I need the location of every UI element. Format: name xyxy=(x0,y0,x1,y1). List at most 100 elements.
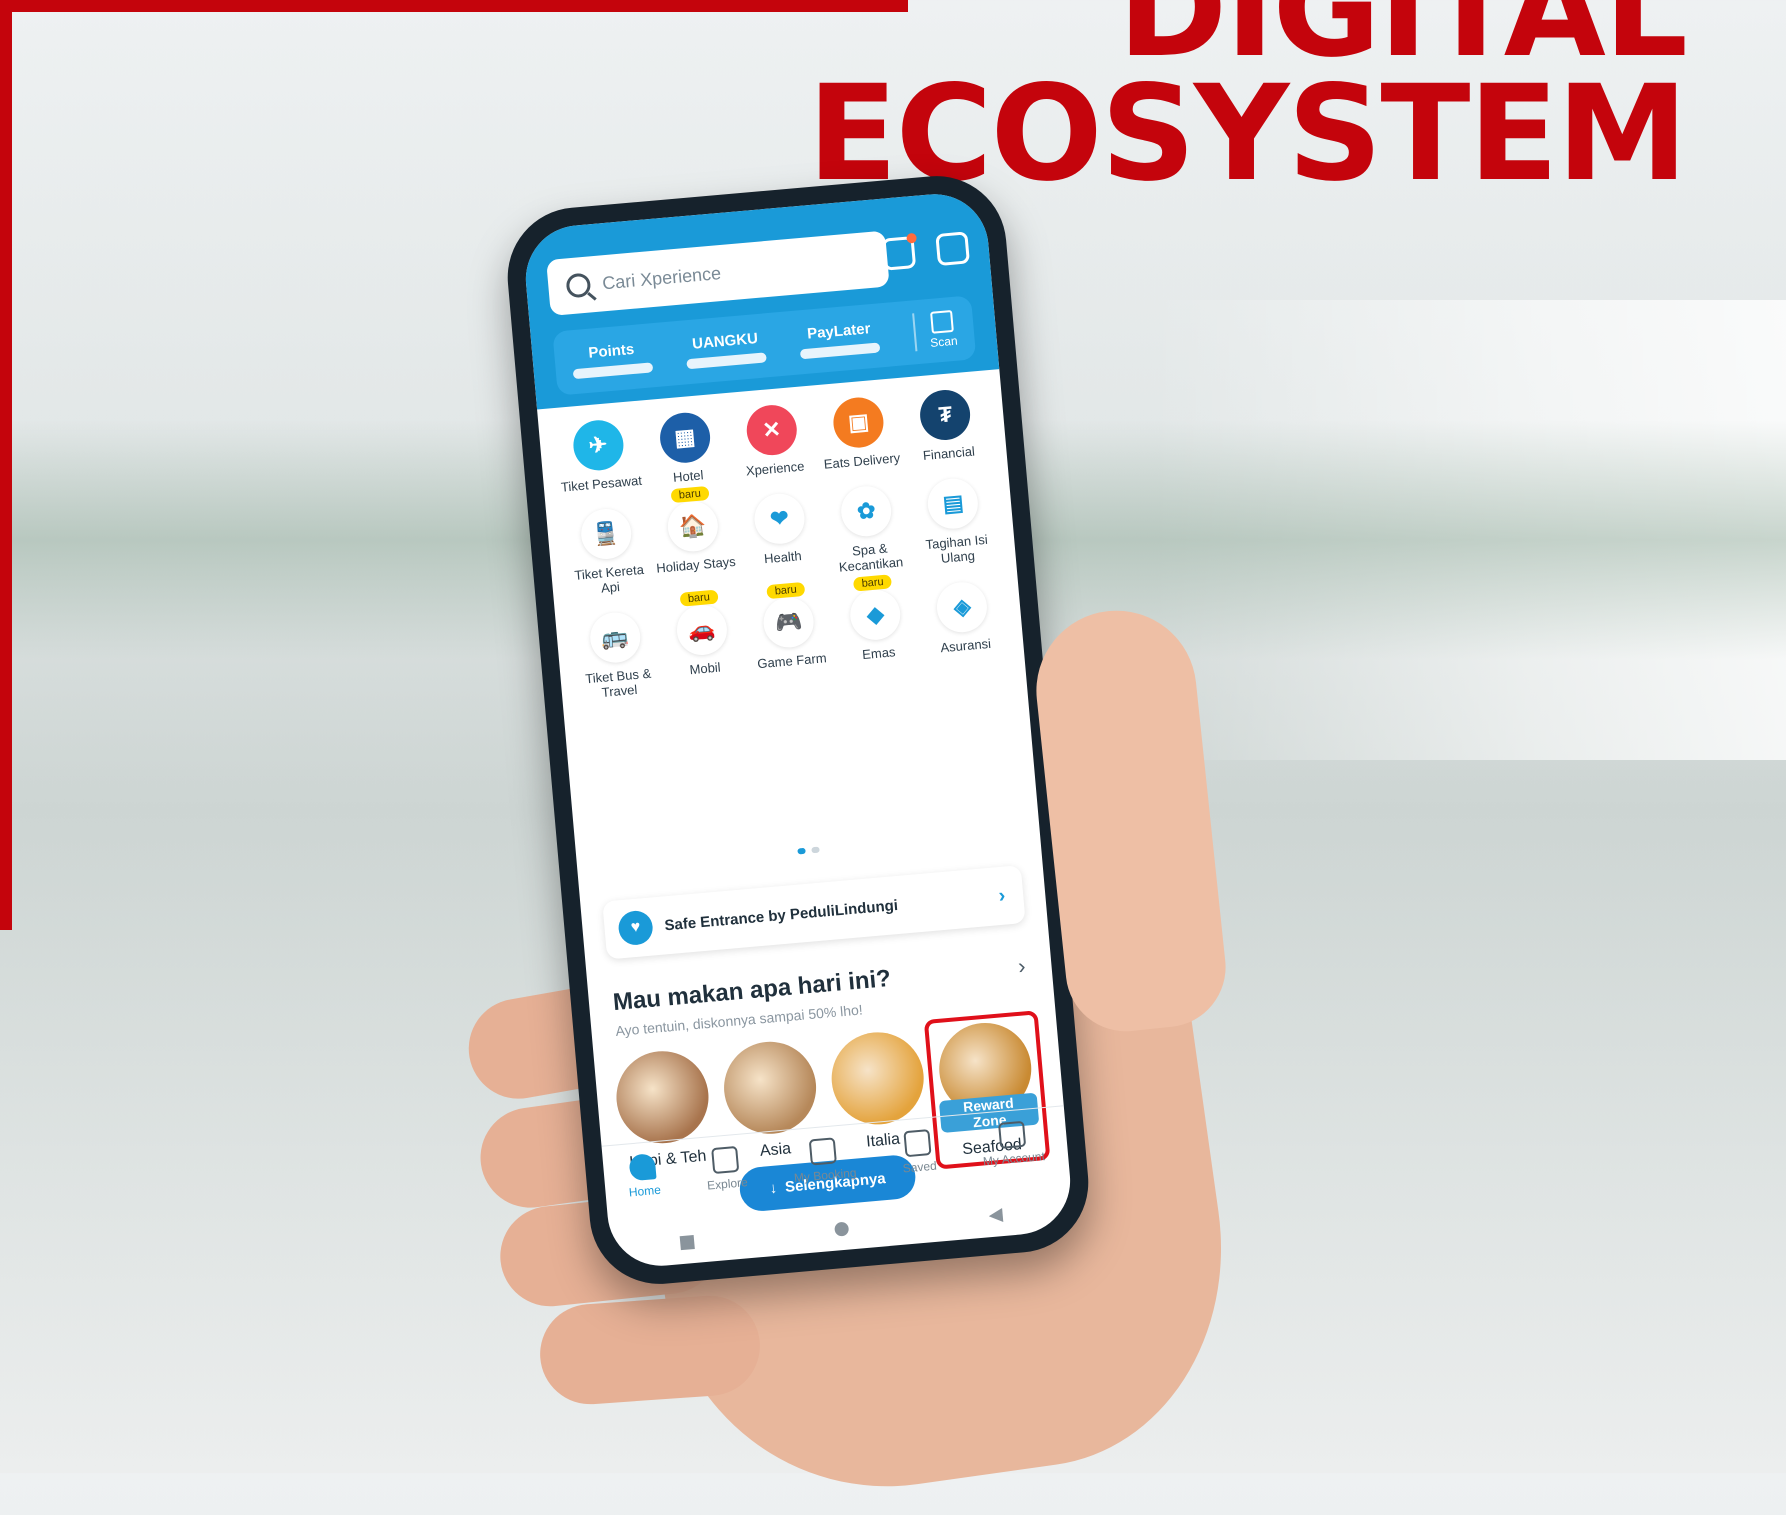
service-label: Financial xyxy=(922,443,976,464)
food-image xyxy=(612,1047,713,1148)
service-item[interactable]: 🚌 Tiket Bus & Travel xyxy=(571,609,661,702)
service-label: Tagihan Isi Ulang xyxy=(924,531,989,566)
service-label: Mobil xyxy=(688,659,722,678)
new-badge: baru xyxy=(670,485,710,504)
service-item[interactable]: ▦ Hotel xyxy=(641,409,730,487)
service-item[interactable]: ◈ Asuransi xyxy=(919,579,1009,672)
service-item[interactable]: ✕ Xperience xyxy=(728,402,817,480)
wallet-value-placeholder xyxy=(800,341,881,359)
chevron-right-icon[interactable]: › xyxy=(1017,953,1027,980)
service-label: Eats Delivery xyxy=(823,450,901,472)
nav-item-saved[interactable]: Saved xyxy=(900,1129,938,1176)
page-indicator xyxy=(797,846,820,855)
system-home-icon[interactable] xyxy=(834,1221,850,1237)
service-label: Spa & Kecantikan xyxy=(838,540,904,575)
service-item[interactable]: ₮ Financial xyxy=(902,386,991,464)
booking-icon xyxy=(809,1137,838,1166)
new-badge: baru xyxy=(766,581,806,600)
wallet-value-placeholder xyxy=(686,351,768,369)
saved-icon xyxy=(903,1129,932,1158)
nav-label: My Account xyxy=(982,1149,1046,1169)
food-image xyxy=(720,1037,820,1138)
wallet-paylater-label: PayLater xyxy=(806,319,872,343)
nav-item-explore[interactable]: Explore xyxy=(704,1145,749,1193)
service-icon: ◈ xyxy=(935,580,990,635)
pedulilindungi-icon: ♥ xyxy=(617,909,655,947)
food-image xyxy=(827,1028,928,1129)
service-label: Game Farm xyxy=(756,650,828,672)
service-icon: ▤ xyxy=(926,476,981,531)
system-back-icon[interactable] xyxy=(988,1208,1003,1223)
scan-label: Scan xyxy=(929,333,959,350)
service-item[interactable]: ▤ Tagihan Isi Ulang xyxy=(910,475,1000,568)
service-label: Hotel xyxy=(672,467,705,485)
safe-entrance-label: Safe Entrance by PeduliLindungi xyxy=(663,896,899,934)
wallet-value-placeholder xyxy=(572,361,654,379)
scan-button[interactable]: Scan xyxy=(911,309,959,352)
new-badge: baru xyxy=(679,589,719,607)
service-label: Asuransi xyxy=(939,635,992,656)
nav-label: Home xyxy=(628,1182,662,1200)
phone-screen: Cari Xperience Points UANGKU PayLater Sc… xyxy=(521,189,1075,1271)
nav-label: My Booking xyxy=(793,1165,858,1186)
service-icon: ▦ xyxy=(657,410,712,465)
home-icon xyxy=(628,1153,657,1182)
service-label: Xperience xyxy=(745,458,805,479)
chat-icon[interactable] xyxy=(935,231,970,267)
service-item[interactable]: ▣ Eats Delivery xyxy=(815,394,904,472)
service-icon: ✕ xyxy=(744,403,799,458)
recent-apps-icon[interactable] xyxy=(679,1234,696,1251)
nav-label: Saved xyxy=(902,1158,938,1176)
service-icon: 🚗 xyxy=(674,602,729,658)
service-item[interactable]: ✿ Spa & Kecantikan xyxy=(823,483,913,576)
wallet-uangku[interactable]: UANGKU xyxy=(684,329,768,369)
wallet-points[interactable]: Points xyxy=(571,339,654,379)
service-grid: ✈ Tiket Pesawat ▦ Hotel ✕ Xperience ▣ Eats Deli… xyxy=(554,386,1009,702)
service-label: Emas xyxy=(861,644,897,663)
service-icon: 🚌 xyxy=(587,610,642,665)
search-icon xyxy=(565,272,592,299)
wallet-paylater[interactable]: PayLater xyxy=(798,319,881,359)
chevron-right-icon: › xyxy=(997,884,1007,907)
service-item[interactable]: ❤ Health xyxy=(736,490,826,583)
service-icon: ◆ xyxy=(848,587,903,642)
wallet-points-label: Points xyxy=(587,340,635,362)
hand-finger xyxy=(536,1292,764,1408)
service-item[interactable]: ◆ baru Emas xyxy=(832,574,922,679)
red-frame-left xyxy=(0,0,12,930)
wallet-uangku-label: UANGKU xyxy=(691,329,759,353)
nav-item-my-account[interactable]: My Account xyxy=(980,1119,1046,1169)
service-item[interactable]: 🏠 baru Holiday Stays xyxy=(649,485,739,591)
page-dot-active xyxy=(797,847,806,855)
notification-dot xyxy=(906,232,917,244)
nav-item-home[interactable]: Home xyxy=(626,1153,662,1200)
nav-item-my-booking[interactable]: My Booking xyxy=(791,1136,857,1185)
nav-label: Explore xyxy=(706,1175,749,1193)
service-icon: 🚆 xyxy=(578,506,633,562)
service-item[interactable]: 🚆 Tiket Kereta Api xyxy=(562,505,652,598)
search-placeholder: Cari Xperience xyxy=(601,262,722,293)
service-icon: ▣ xyxy=(831,395,886,450)
service-icon: ✿ xyxy=(839,484,894,539)
service-item[interactable]: 🎮 baru Game Farm xyxy=(745,581,835,687)
new-badge: baru xyxy=(853,574,893,592)
service-item[interactable]: 🚗 baru Mobil xyxy=(658,589,748,694)
red-frame-top xyxy=(0,0,908,12)
bell-icon[interactable] xyxy=(881,232,917,271)
service-icon: 🎮 xyxy=(761,595,816,650)
headline: DIGITAL ECOSYSTEM xyxy=(807,0,1688,200)
explore-icon xyxy=(711,1145,740,1175)
page-dot xyxy=(811,846,820,854)
service-icon: ₮ xyxy=(918,387,973,443)
service-label: Holiday Stays xyxy=(655,553,737,576)
account-icon xyxy=(997,1120,1026,1149)
service-label: Health xyxy=(763,548,803,567)
service-label: Tiket Pesawat xyxy=(560,472,643,495)
service-item[interactable]: ✈ Tiket Pesawat xyxy=(554,417,643,495)
service-icon: 🏠 xyxy=(665,499,720,554)
smartphone: Cari Xperience Points UANGKU PayLater Sc… xyxy=(501,170,1095,1290)
service-label: Tiket Kereta Api xyxy=(573,561,645,596)
service-icon: ❤ xyxy=(752,491,807,546)
safe-entrance-banner[interactable]: ♥ Safe Entrance by PeduliLindungi › xyxy=(602,865,1026,960)
service-icon: ✈ xyxy=(570,418,626,473)
